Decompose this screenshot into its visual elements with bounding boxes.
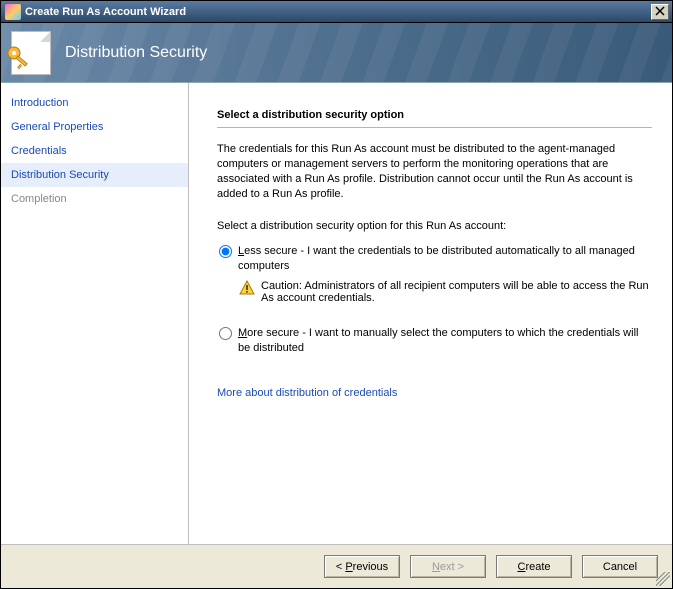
sidebar-item-general-properties[interactable]: General Properties — [1, 115, 188, 139]
page-description: The credentials for this Run As account … — [217, 142, 652, 201]
caution-text: Caution: Administrators of all recipient… — [261, 280, 652, 304]
page-icon — [11, 31, 51, 75]
titlebar: Create Run As Account Wizard — [1, 1, 672, 23]
option-less-secure-label[interactable]: Less secure - I want the credentials to … — [238, 244, 652, 274]
option-more-secure-label[interactable]: More secure - I want to manually select … — [238, 326, 652, 356]
wizard-footer: < Previous Next > Create Cancel — [1, 544, 672, 588]
content-area: Introduction General Properties Credenti… — [1, 83, 672, 544]
sidebar-item-credentials[interactable]: Credentials — [1, 139, 188, 163]
create-button[interactable]: Create — [496, 555, 572, 578]
sidebar-item-completion: Completion — [1, 187, 188, 211]
radio-less-secure[interactable] — [219, 245, 232, 258]
wizard-main: Select a distribution security option Th… — [189, 83, 672, 544]
close-button[interactable] — [651, 4, 669, 20]
page-prompt: Select a distribution security option fo… — [217, 219, 652, 234]
option-less-secure[interactable]: Less secure - I want the credentials to … — [217, 244, 652, 274]
key-icon — [6, 44, 32, 70]
next-button: Next > — [410, 555, 486, 578]
banner-title: Distribution Security — [65, 44, 207, 62]
wizard-sidebar: Introduction General Properties Credenti… — [1, 83, 189, 544]
option-more-secure[interactable]: More secure - I want to manually select … — [217, 326, 652, 356]
more-info-link[interactable]: More about distribution of credentials — [217, 386, 652, 401]
cancel-button[interactable]: Cancel — [582, 555, 658, 578]
app-icon — [5, 4, 21, 20]
page-heading: Select a distribution security option — [217, 109, 652, 121]
sidebar-item-introduction[interactable]: Introduction — [1, 91, 188, 115]
radio-more-secure[interactable] — [219, 327, 232, 340]
wizard-banner: Distribution Security — [1, 23, 672, 83]
warning-icon — [239, 280, 255, 296]
previous-button[interactable]: < Previous — [324, 555, 400, 578]
resize-grip[interactable] — [656, 572, 670, 586]
caution-row: Caution: Administrators of all recipient… — [239, 280, 652, 304]
window-title: Create Run As Account Wizard — [25, 6, 651, 18]
sidebar-item-distribution-security[interactable]: Distribution Security — [1, 163, 188, 187]
separator — [217, 127, 652, 128]
